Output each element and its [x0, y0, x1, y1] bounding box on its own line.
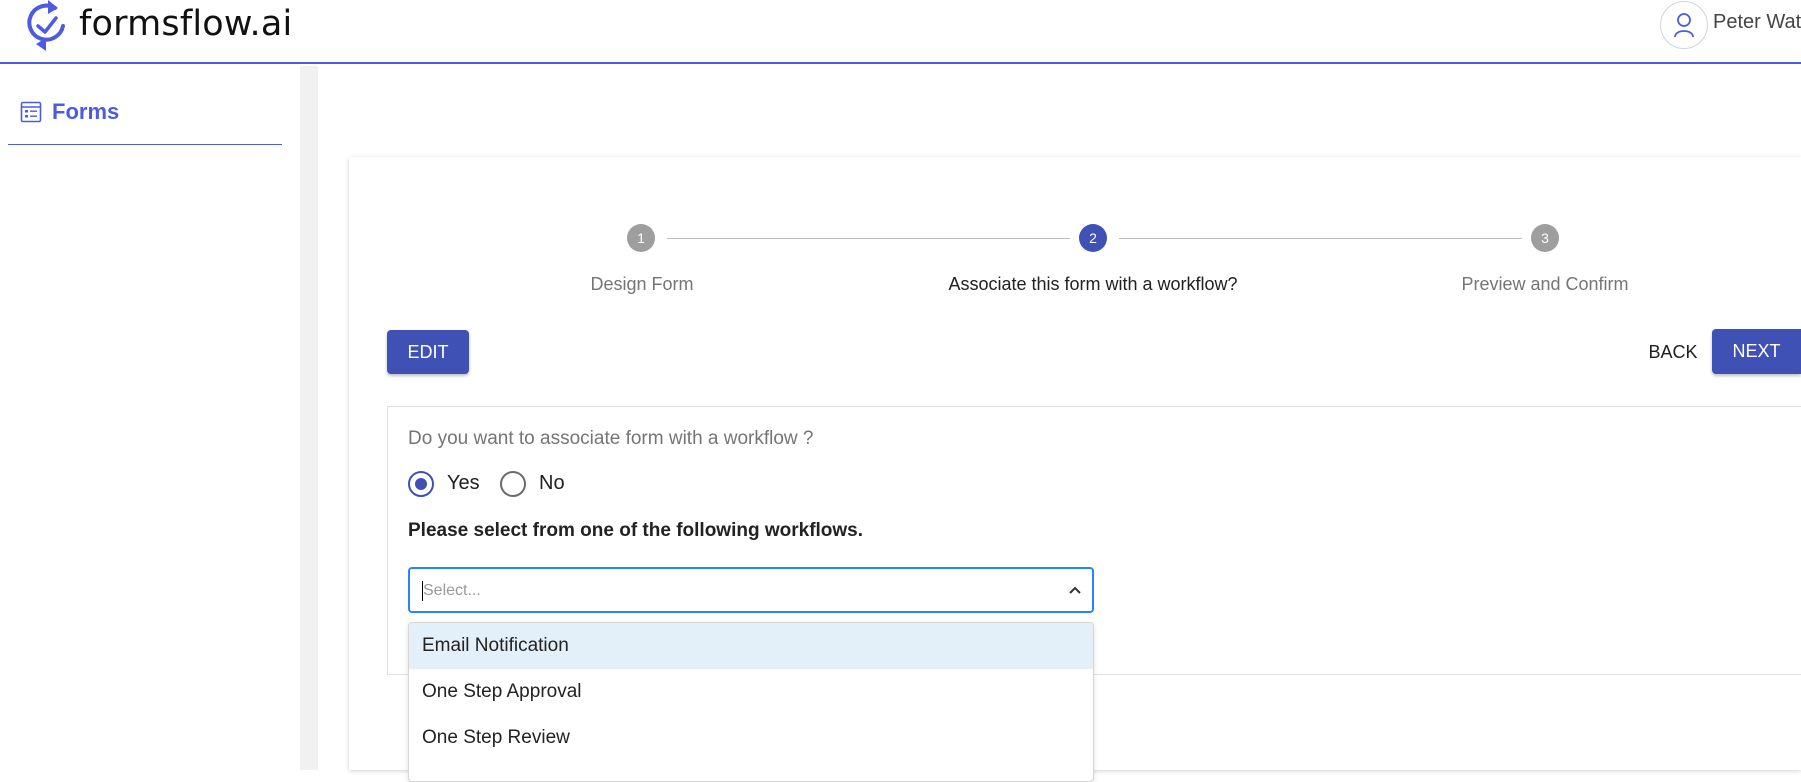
radio-yes-label: Yes [447, 472, 480, 494]
app-header: formsflow.ai Peter Wat [0, 0, 1801, 64]
chevron-up-icon[interactable] [1068, 583, 1082, 597]
workflow-dropdown-menu: Email Notification One Step Approval One… [408, 622, 1094, 782]
edit-button[interactable]: EDIT [387, 330, 469, 374]
form-list-icon [20, 101, 42, 123]
stepper-connector [667, 238, 1070, 239]
step-2-label: Associate this form with a workflow? [948, 274, 1238, 294]
next-button[interactable]: NEXT [1712, 329, 1801, 374]
radio-button-checked[interactable] [408, 471, 434, 497]
sidebar [0, 66, 300, 770]
step-1-circle: 1 [627, 224, 655, 252]
formsflow-logo-icon [27, 0, 65, 51]
sidebar-item-forms[interactable]: Forms [8, 95, 282, 145]
user-avatar[interactable] [1660, 1, 1708, 49]
sidebar-divider [300, 66, 318, 770]
workflow-instruction: Please select from one of the following … [408, 520, 864, 541]
stepper-connector [1119, 238, 1522, 239]
workflow-select-input[interactable] [422, 581, 1023, 601]
back-button[interactable]: BACK [1640, 330, 1706, 374]
user-name[interactable]: Peter Wat [1713, 11, 1801, 34]
brand-name: formsflow.ai [79, 4, 293, 44]
step-3-label: Preview and Confirm [1461, 274, 1629, 294]
radio-no-label: No [539, 472, 565, 494]
workflow-select[interactable] [408, 567, 1094, 613]
dropdown-option[interactable]: One Step Review [409, 715, 1093, 761]
radio-button-unchecked[interactable] [500, 471, 526, 497]
dropdown-option[interactable]: Email Notification [409, 623, 1093, 669]
dropdown-option[interactable]: One Step Approval [409, 669, 1093, 715]
user-icon [1674, 13, 1694, 38]
step-1-label: Design Form [590, 274, 694, 294]
step-2-circle: 2 [1079, 224, 1107, 252]
workflow-question: Do you want to associate form with a wor… [408, 428, 814, 449]
radio-no[interactable]: No [500, 471, 570, 499]
radio-yes[interactable]: Yes [408, 471, 488, 499]
step-3-circle: 3 [1531, 224, 1559, 252]
sidebar-item-label: Forms [52, 99, 120, 124]
